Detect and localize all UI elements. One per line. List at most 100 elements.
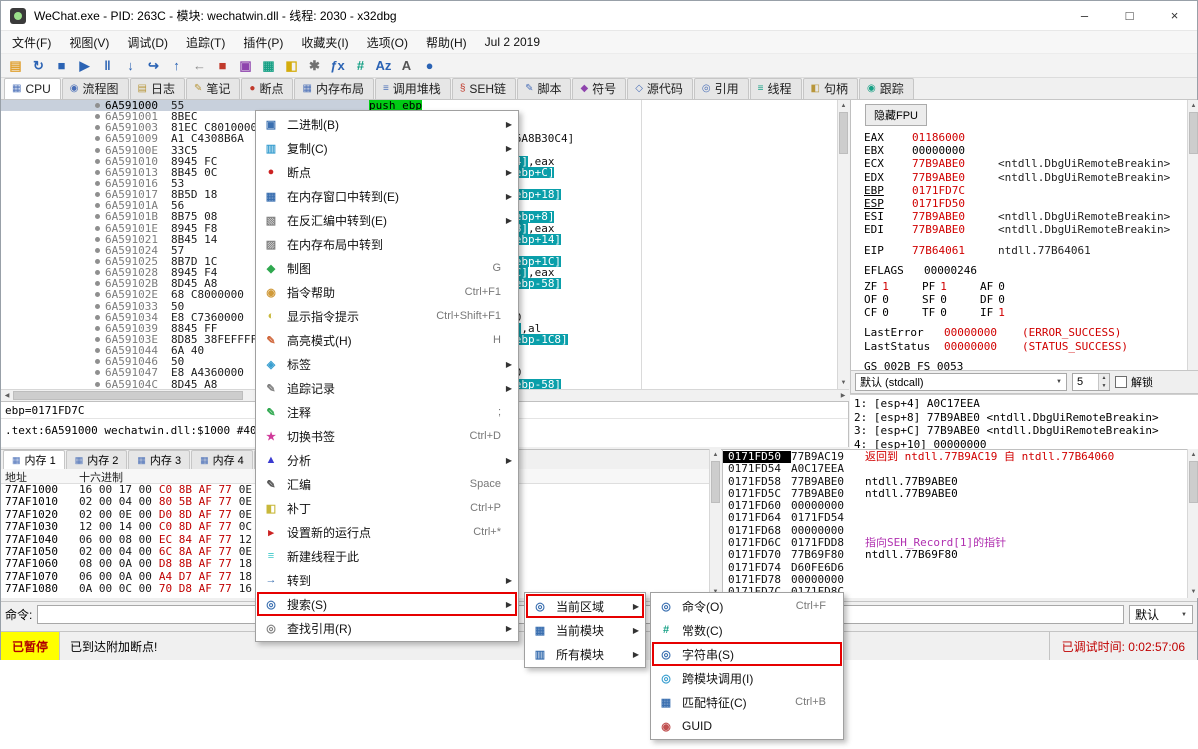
preferences-icon[interactable]: ✱ xyxy=(303,56,326,76)
flag-cell[interactable]: IF 1 xyxy=(980,306,1038,319)
breakpoint-dot[interactable] xyxy=(95,259,100,264)
menu-item-binary[interactable]: ▣ 二进制(B) ▶ xyxy=(257,112,517,136)
register-value[interactable]: 77B64061 xyxy=(912,244,998,257)
breakpoint-gutter[interactable] xyxy=(1,245,105,256)
breakpoint-gutter[interactable] xyxy=(1,178,105,189)
menu-item-guid[interactable]: ◉ GUID xyxy=(652,714,842,738)
disasm-vscrollbar[interactable]: ▲ ▼ xyxy=(837,100,849,389)
breakpoint-gutter[interactable] xyxy=(1,111,105,122)
flag-cell[interactable]: PF 1 xyxy=(922,280,980,293)
menu-item-breakpoint[interactable]: ● 断点 ▶ xyxy=(257,160,517,184)
breakpoint-gutter[interactable] xyxy=(1,156,105,167)
scroll-up-icon[interactable]: ▲ xyxy=(710,449,721,461)
stack-row[interactable]: 0171FD64 0171FD54 xyxy=(723,512,1187,524)
menu-item-search-constant[interactable]: # 常数(C) xyxy=(652,618,842,642)
view-tab[interactable]: ◉ 跟踪 xyxy=(859,78,914,99)
menubar-item[interactable]: 收藏夹(I) xyxy=(292,31,357,54)
breakpoint-dot[interactable] xyxy=(95,326,100,331)
register-value[interactable]: 01186000 xyxy=(912,131,998,144)
view-tab[interactable]: ◉ 流程图 xyxy=(62,78,129,99)
menu-item-show-mnemonic-brief[interactable]: ◐ 显示指令提示 Ctrl+Shift+F1 xyxy=(257,304,517,328)
scroll-thumb[interactable] xyxy=(1189,461,1198,503)
menu-item-follow-in-disasm[interactable]: ▧ 在反汇编中转到(E) ▶ xyxy=(257,208,517,232)
scroll-thumb[interactable] xyxy=(13,391,243,400)
breakpoint-dot[interactable] xyxy=(95,148,100,153)
register-value[interactable]: 00000246 xyxy=(924,264,1010,277)
breakpoint-dot[interactable] xyxy=(95,304,100,309)
flag-value[interactable]: 1 xyxy=(998,306,1005,319)
menu-item-find-references[interactable]: ◎ 查找引用(R) ▶ xyxy=(257,616,517,640)
breakpoint-dot[interactable] xyxy=(95,292,100,297)
breakpoint-dot[interactable] xyxy=(95,159,100,164)
plugin-icon-1[interactable]: ▣ xyxy=(234,56,257,76)
breakpoint-dot[interactable] xyxy=(95,170,100,175)
menubar-item[interactable]: 视图(V) xyxy=(60,31,118,54)
argument-row[interactable]: 3: [esp+C] 77B9ABE0 <ntdll.DbgUiRemoteBr… xyxy=(854,424,1198,438)
menu-item-comment[interactable]: ✎ 注释 ; xyxy=(257,400,517,424)
run-icon[interactable]: ▶ xyxy=(73,56,96,76)
register-row[interactable]: EBX 00000000 xyxy=(864,144,1187,157)
scylla-plugin-icon[interactable]: ■ xyxy=(211,56,234,76)
menu-item-set-new-origin[interactable]: ▸ 设置新的运行点 Ctrl+* xyxy=(257,520,517,544)
hide-fpu-button[interactable]: 隐藏FPU xyxy=(865,104,927,126)
breakpoint-dot[interactable] xyxy=(95,281,100,286)
fx-icon[interactable]: ƒx xyxy=(326,56,349,76)
menu-item-analysis[interactable]: ▲ 分析 ▶ xyxy=(257,448,517,472)
breakpoint-dot[interactable] xyxy=(95,237,100,242)
breakpoint-gutter[interactable] xyxy=(1,278,105,289)
view-tab[interactable]: § SEH链 xyxy=(452,78,516,99)
view-tab[interactable]: ≡ 调用堆栈 xyxy=(375,78,451,99)
register-value[interactable]: 77B9ABE0 xyxy=(912,157,998,170)
plugin-icon-3[interactable]: ◧ xyxy=(280,56,303,76)
flag-cell[interactable]: DF 0 xyxy=(980,293,1038,306)
flag-value[interactable]: 0 xyxy=(998,280,1005,293)
menubar-item[interactable]: 插件(P) xyxy=(234,31,292,54)
register-value[interactable]: 00000000 xyxy=(912,144,998,157)
register-value[interactable]: 77B9ABE0 xyxy=(912,223,998,236)
flag-cell[interactable]: CF 0 xyxy=(864,306,922,319)
view-tab[interactable]: ✎ 笔记 xyxy=(186,78,240,99)
menu-item-instruction-help[interactable]: ◉ 指令帮助 Ctrl+F1 xyxy=(257,280,517,304)
breakpoint-dot[interactable] xyxy=(95,248,100,253)
view-tab[interactable]: ● 断点 xyxy=(241,78,293,99)
breakpoint-gutter[interactable] xyxy=(1,100,105,111)
breakpoint-dot[interactable] xyxy=(95,370,100,375)
view-tab[interactable]: ▤ 日志 xyxy=(130,78,185,99)
spin-up-icon[interactable]: ▲ xyxy=(1099,374,1109,382)
flag-cell[interactable]: AF 0 xyxy=(980,280,1038,293)
breakpoint-dot[interactable] xyxy=(95,103,100,108)
scroll-up-icon[interactable]: ▲ xyxy=(1188,100,1198,112)
register-row[interactable]: EDX 77B9ABE0 <ntdll.DbgUiRemoteBreakin> xyxy=(864,171,1187,184)
strings-icon[interactable]: Az xyxy=(372,56,395,76)
register-row[interactable]: ESP 0171FD50 xyxy=(864,197,1187,210)
register-row[interactable]: EAX 01186000 xyxy=(864,131,1187,144)
scroll-thumb[interactable] xyxy=(711,461,720,503)
maximize-button[interactable]: □ xyxy=(1107,1,1152,31)
menu-item-goto[interactable]: → 转到 ▶ xyxy=(257,568,517,592)
eflags-row[interactable]: EFLAGS 00000246 xyxy=(864,264,1187,277)
menu-item-patch[interactable]: ◧ 补丁 Ctrl+P xyxy=(257,496,517,520)
dump-vscrollbar[interactable]: ▲ ▼ xyxy=(709,449,721,598)
breakpoint-gutter[interactable] xyxy=(1,334,105,345)
breakpoint-dot[interactable] xyxy=(95,348,100,353)
register-row[interactable]: EDI 77B9ABE0 <ntdll.DbgUiRemoteBreakin> xyxy=(864,223,1187,236)
menu-item-copy[interactable]: ▥ 复制(C) ▶ xyxy=(257,136,517,160)
restart-icon[interactable]: ↻ xyxy=(27,56,50,76)
breakpoint-dot[interactable] xyxy=(95,214,100,219)
flag-cell[interactable]: SF 0 xyxy=(922,293,980,306)
menu-item-toggle-bookmark[interactable]: ★ 切换书签 Ctrl+D xyxy=(257,424,517,448)
register-row[interactable]: ESI 77B9ABE0 <ntdll.DbgUiRemoteBreakin> xyxy=(864,210,1187,223)
menubar-item[interactable]: 文件(F) xyxy=(3,31,60,54)
breakpoint-dot[interactable] xyxy=(95,203,100,208)
menu-item-highlighting-mode[interactable]: ✎ 高亮模式(H) H xyxy=(257,328,517,352)
breakpoint-gutter[interactable] xyxy=(1,189,105,200)
view-tab[interactable]: ✎ 脚本 xyxy=(517,78,571,99)
breakpoint-dot[interactable] xyxy=(95,181,100,186)
breakpoint-dot[interactable] xyxy=(95,382,100,387)
dump-tab[interactable]: ▦ 内存 4 xyxy=(191,450,253,469)
flag-cell[interactable]: ZF 1 xyxy=(864,280,922,293)
register-row[interactable]: EIP 77B64061 ntdll.77B64061 xyxy=(864,244,1187,257)
breakpoint-gutter[interactable] xyxy=(1,200,105,211)
memory-globe-icon[interactable]: ● xyxy=(418,56,441,76)
argument-count-stepper[interactable]: 5 ▲▼ xyxy=(1072,373,1110,391)
